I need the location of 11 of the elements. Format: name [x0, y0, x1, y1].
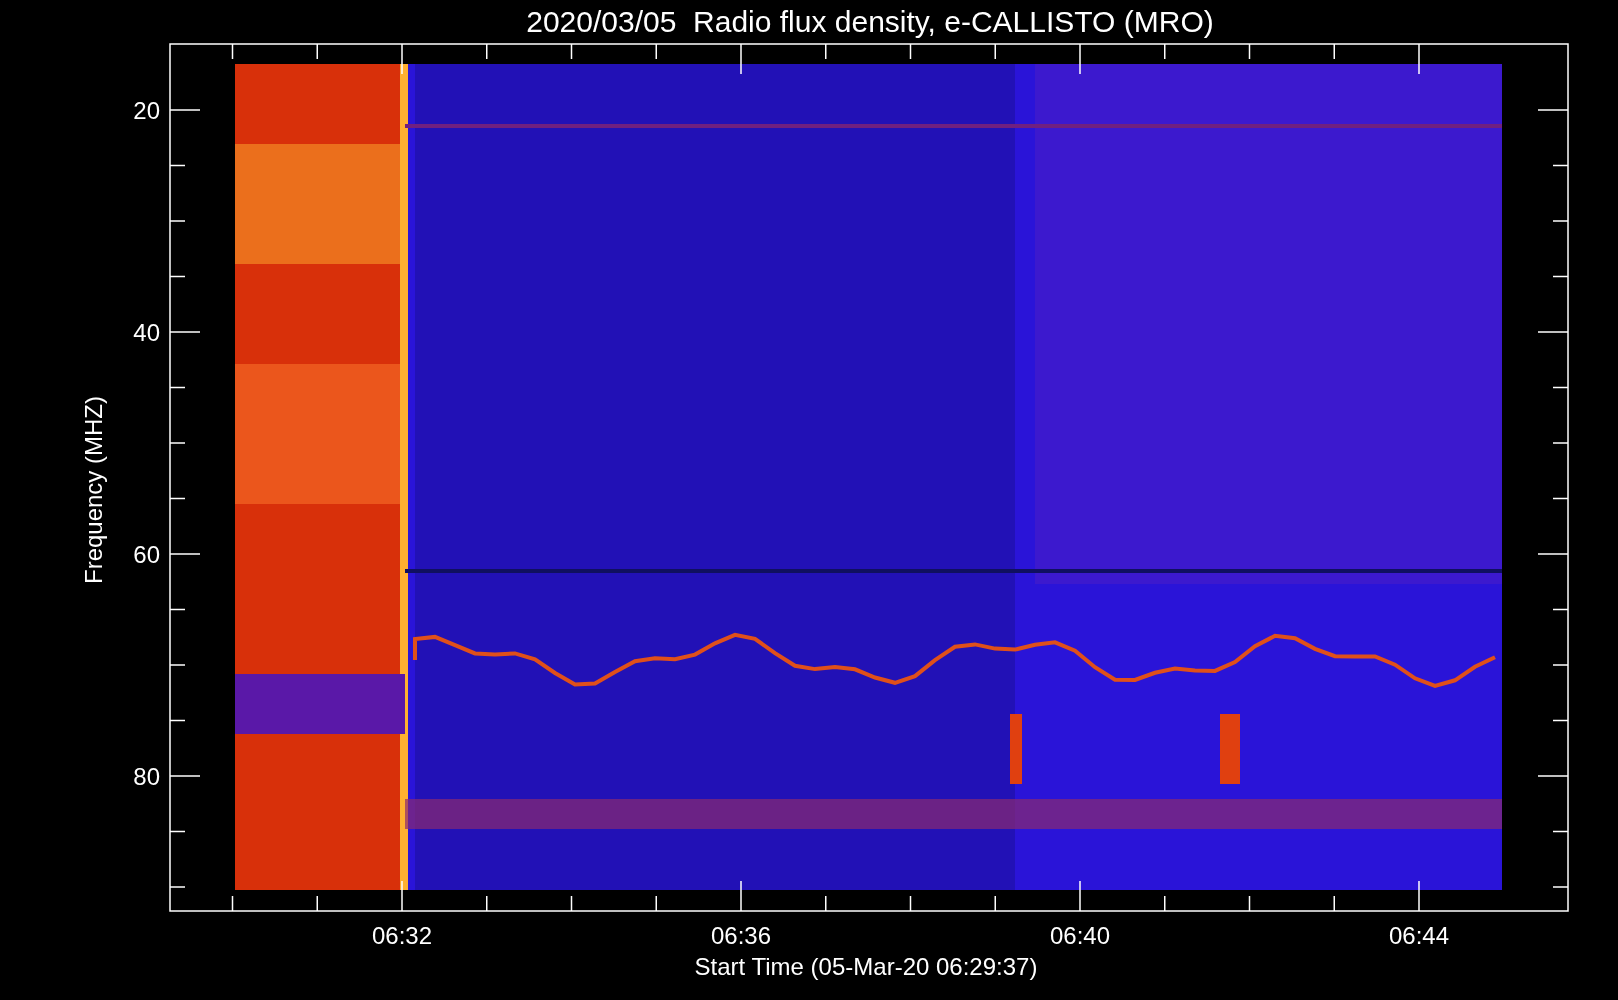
y-tick-label: 20 — [133, 97, 160, 124]
y-axis-label: Frequency (MHZ) — [80, 396, 107, 584]
x-axis-label: Start Time (05-Mar-20 06:29:37) — [694, 953, 1038, 980]
y-tick-label: 40 — [133, 319, 160, 346]
x-tick-label: 06:40 — [1049, 922, 1111, 949]
chart-title: 2020/03/05 Radio flux density, e-CALLISTO (MRO) — [526, 5, 1214, 38]
x-tick-label: 06:32 — [371, 922, 433, 949]
x-tick-label: 06:44 — [1388, 922, 1450, 949]
y-tick-label: 80 — [133, 763, 160, 790]
y-tick-label: 60 — [133, 541, 160, 568]
x-tick-label: 06:36 — [710, 922, 772, 949]
